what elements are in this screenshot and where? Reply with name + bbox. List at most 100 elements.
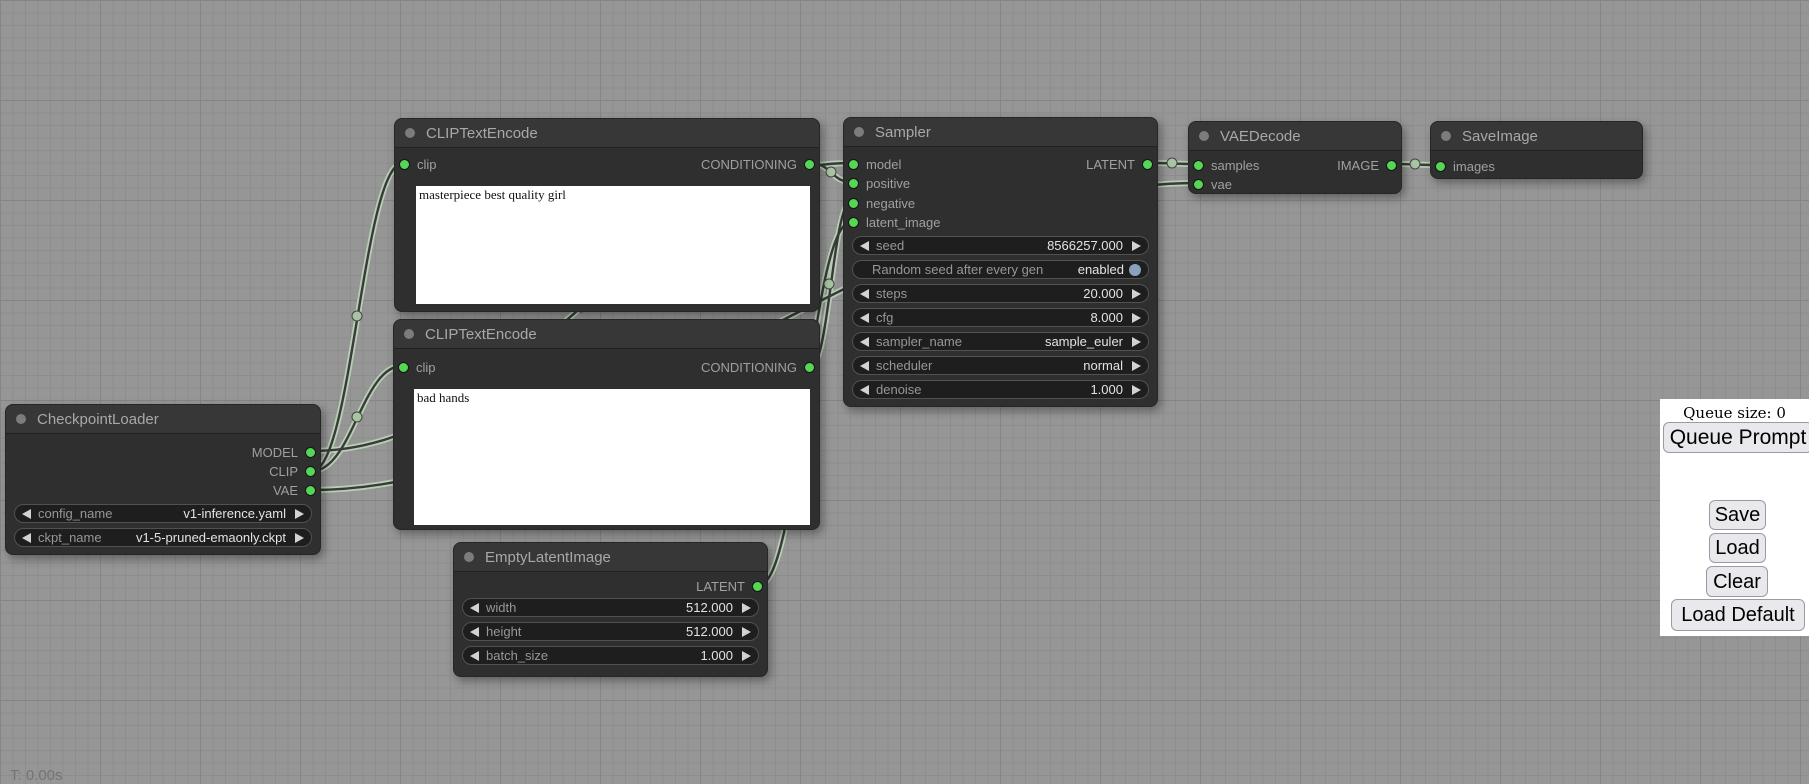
load-default-button[interactable]: Load Default <box>1671 599 1805 631</box>
link-midpoint-dot[interactable] <box>824 279 834 289</box>
decrement-arrow-icon[interactable] <box>860 337 869 347</box>
widget-cfg[interactable]: cfg 8.000 <box>852 308 1149 327</box>
input-slot-model[interactable]: model <box>848 155 901 173</box>
increment-arrow-icon[interactable] <box>742 603 751 613</box>
node-checkpoint-loader[interactable]: CheckpointLoader MODEL CLIP VAE config_n… <box>5 404 321 555</box>
output-slot-latent[interactable]: LATENT <box>696 577 763 595</box>
node-title-bar[interactable]: SaveImage <box>1431 122 1642 151</box>
save-button[interactable]: Save <box>1709 500 1766 530</box>
link-midpoint-dot[interactable] <box>352 311 362 321</box>
node-collapse-dot-icon[interactable] <box>405 128 415 138</box>
negative-prompt-textarea[interactable]: bad hands <box>414 389 810 525</box>
widget-seed[interactable]: seed 8566257.000 <box>852 236 1149 255</box>
output-dot-icon[interactable] <box>804 362 815 373</box>
decrement-arrow-icon[interactable] <box>22 509 31 519</box>
positive-prompt-textarea[interactable]: masterpiece best quality girl <box>416 186 810 304</box>
widget-width[interactable]: width 512.000 <box>462 598 759 617</box>
input-dot-icon[interactable] <box>848 217 859 228</box>
widget-random-seed-toggle[interactable]: Random seed after every gen enabled <box>852 260 1149 279</box>
increment-arrow-icon[interactable] <box>295 509 304 519</box>
widget-steps[interactable]: steps 20.000 <box>852 284 1149 303</box>
output-dot-icon[interactable] <box>305 466 316 477</box>
increment-arrow-icon[interactable] <box>295 533 304 543</box>
widget-config-name[interactable]: config_name v1-inference.yaml <box>14 504 312 523</box>
node-collapse-dot-icon[interactable] <box>404 329 414 339</box>
node-title-bar[interactable]: Sampler <box>844 118 1157 147</box>
decrement-arrow-icon[interactable] <box>860 289 869 299</box>
input-dot-icon[interactable] <box>848 178 859 189</box>
decrement-arrow-icon[interactable] <box>860 361 869 371</box>
link-midpoint-dot[interactable] <box>1167 158 1177 168</box>
increment-arrow-icon[interactable] <box>1132 337 1141 347</box>
link-midpoint-dot[interactable] <box>1410 159 1420 169</box>
widget-sampler-name[interactable]: sampler_name sample_euler <box>852 332 1149 351</box>
input-slot-samples[interactable]: samples <box>1193 156 1259 174</box>
decrement-arrow-icon[interactable] <box>22 533 31 543</box>
output-dot-icon[interactable] <box>1142 159 1153 170</box>
node-collapse-dot-icon[interactable] <box>16 414 26 424</box>
output-dot-icon[interactable] <box>305 447 316 458</box>
node-vae-decode[interactable]: VAEDecode samples vae IMAGE <box>1188 121 1402 194</box>
output-slot-vae[interactable]: VAE <box>273 481 316 499</box>
output-dot-icon[interactable] <box>1386 160 1397 171</box>
output-slot-conditioning[interactable]: CONDITIONING <box>701 155 815 173</box>
input-dot-icon[interactable] <box>1193 160 1204 171</box>
widget-batch-size[interactable]: batch_size 1.000 <box>462 646 759 665</box>
node-title-bar[interactable]: EmptyLatentImage <box>454 543 767 572</box>
node-clip-text-encode-negative[interactable]: CLIPTextEncode clip CONDITIONING bad han… <box>393 319 820 530</box>
output-dot-icon[interactable] <box>305 485 316 496</box>
widget-height[interactable]: height 512.000 <box>462 622 759 641</box>
node-sampler[interactable]: Sampler model positive negative latent_i… <box>843 117 1158 407</box>
widget-scheduler[interactable]: scheduler normal <box>852 356 1149 375</box>
input-dot-icon[interactable] <box>1435 161 1446 172</box>
input-slot-clip[interactable]: clip <box>399 155 437 173</box>
output-dot-icon[interactable] <box>804 159 815 170</box>
widget-denoise[interactable]: denoise 1.000 <box>852 380 1149 399</box>
node-empty-latent-image[interactable]: EmptyLatentImage LATENT width 512.000 he… <box>453 542 768 677</box>
node-title-bar[interactable]: CLIPTextEncode <box>395 119 819 148</box>
input-dot-icon[interactable] <box>1193 179 1204 190</box>
decrement-arrow-icon[interactable] <box>860 313 869 323</box>
increment-arrow-icon[interactable] <box>1132 361 1141 371</box>
link-midpoint-dot[interactable] <box>352 412 362 422</box>
decrement-arrow-icon[interactable] <box>470 627 479 637</box>
node-clip-text-encode-positive[interactable]: CLIPTextEncode clip CONDITIONING masterp… <box>394 118 820 312</box>
input-dot-icon[interactable] <box>848 159 859 170</box>
input-slot-negative[interactable]: negative <box>848 194 915 212</box>
increment-arrow-icon[interactable] <box>742 651 751 661</box>
output-slot-model[interactable]: MODEL <box>252 443 316 461</box>
increment-arrow-icon[interactable] <box>1132 241 1141 251</box>
node-title-bar[interactable]: CLIPTextEncode <box>394 320 819 349</box>
node-title-bar[interactable]: CheckpointLoader <box>6 405 320 434</box>
output-dot-icon[interactable] <box>752 581 763 592</box>
node-collapse-dot-icon[interactable] <box>1199 131 1209 141</box>
input-dot-icon[interactable] <box>399 159 410 170</box>
input-slot-positive[interactable]: positive <box>848 174 910 192</box>
decrement-arrow-icon[interactable] <box>470 603 479 613</box>
decrement-arrow-icon[interactable] <box>860 241 869 251</box>
toggle-circle-icon[interactable] <box>1129 264 1141 276</box>
widget-ckpt-name[interactable]: ckpt_name v1-5-pruned-emaonly.ckpt <box>14 528 312 547</box>
node-collapse-dot-icon[interactable] <box>1441 131 1451 141</box>
queue-prompt-button[interactable]: Queue Prompt <box>1663 422 1809 453</box>
output-slot-clip[interactable]: CLIP <box>269 462 316 480</box>
output-slot-conditioning[interactable]: CONDITIONING <box>701 358 815 376</box>
input-dot-icon[interactable] <box>398 362 409 373</box>
node-collapse-dot-icon[interactable] <box>464 552 474 562</box>
decrement-arrow-icon[interactable] <box>860 385 869 395</box>
increment-arrow-icon[interactable] <box>742 627 751 637</box>
load-button[interactable]: Load <box>1709 533 1766 563</box>
input-slot-vae[interactable]: vae <box>1193 175 1232 193</box>
clear-button[interactable]: Clear <box>1706 566 1768 597</box>
output-slot-image[interactable]: IMAGE <box>1337 156 1397 174</box>
input-slot-clip[interactable]: clip <box>398 358 436 376</box>
increment-arrow-icon[interactable] <box>1132 289 1141 299</box>
node-title-bar[interactable]: VAEDecode <box>1189 122 1401 151</box>
node-save-image[interactable]: SaveImage images <box>1430 121 1643 179</box>
increment-arrow-icon[interactable] <box>1132 313 1141 323</box>
node-collapse-dot-icon[interactable] <box>854 127 864 137</box>
output-slot-latent[interactable]: LATENT <box>1086 155 1153 173</box>
input-slot-images[interactable]: images <box>1435 157 1495 175</box>
input-slot-latent-image[interactable]: latent_image <box>848 213 940 231</box>
decrement-arrow-icon[interactable] <box>470 651 479 661</box>
